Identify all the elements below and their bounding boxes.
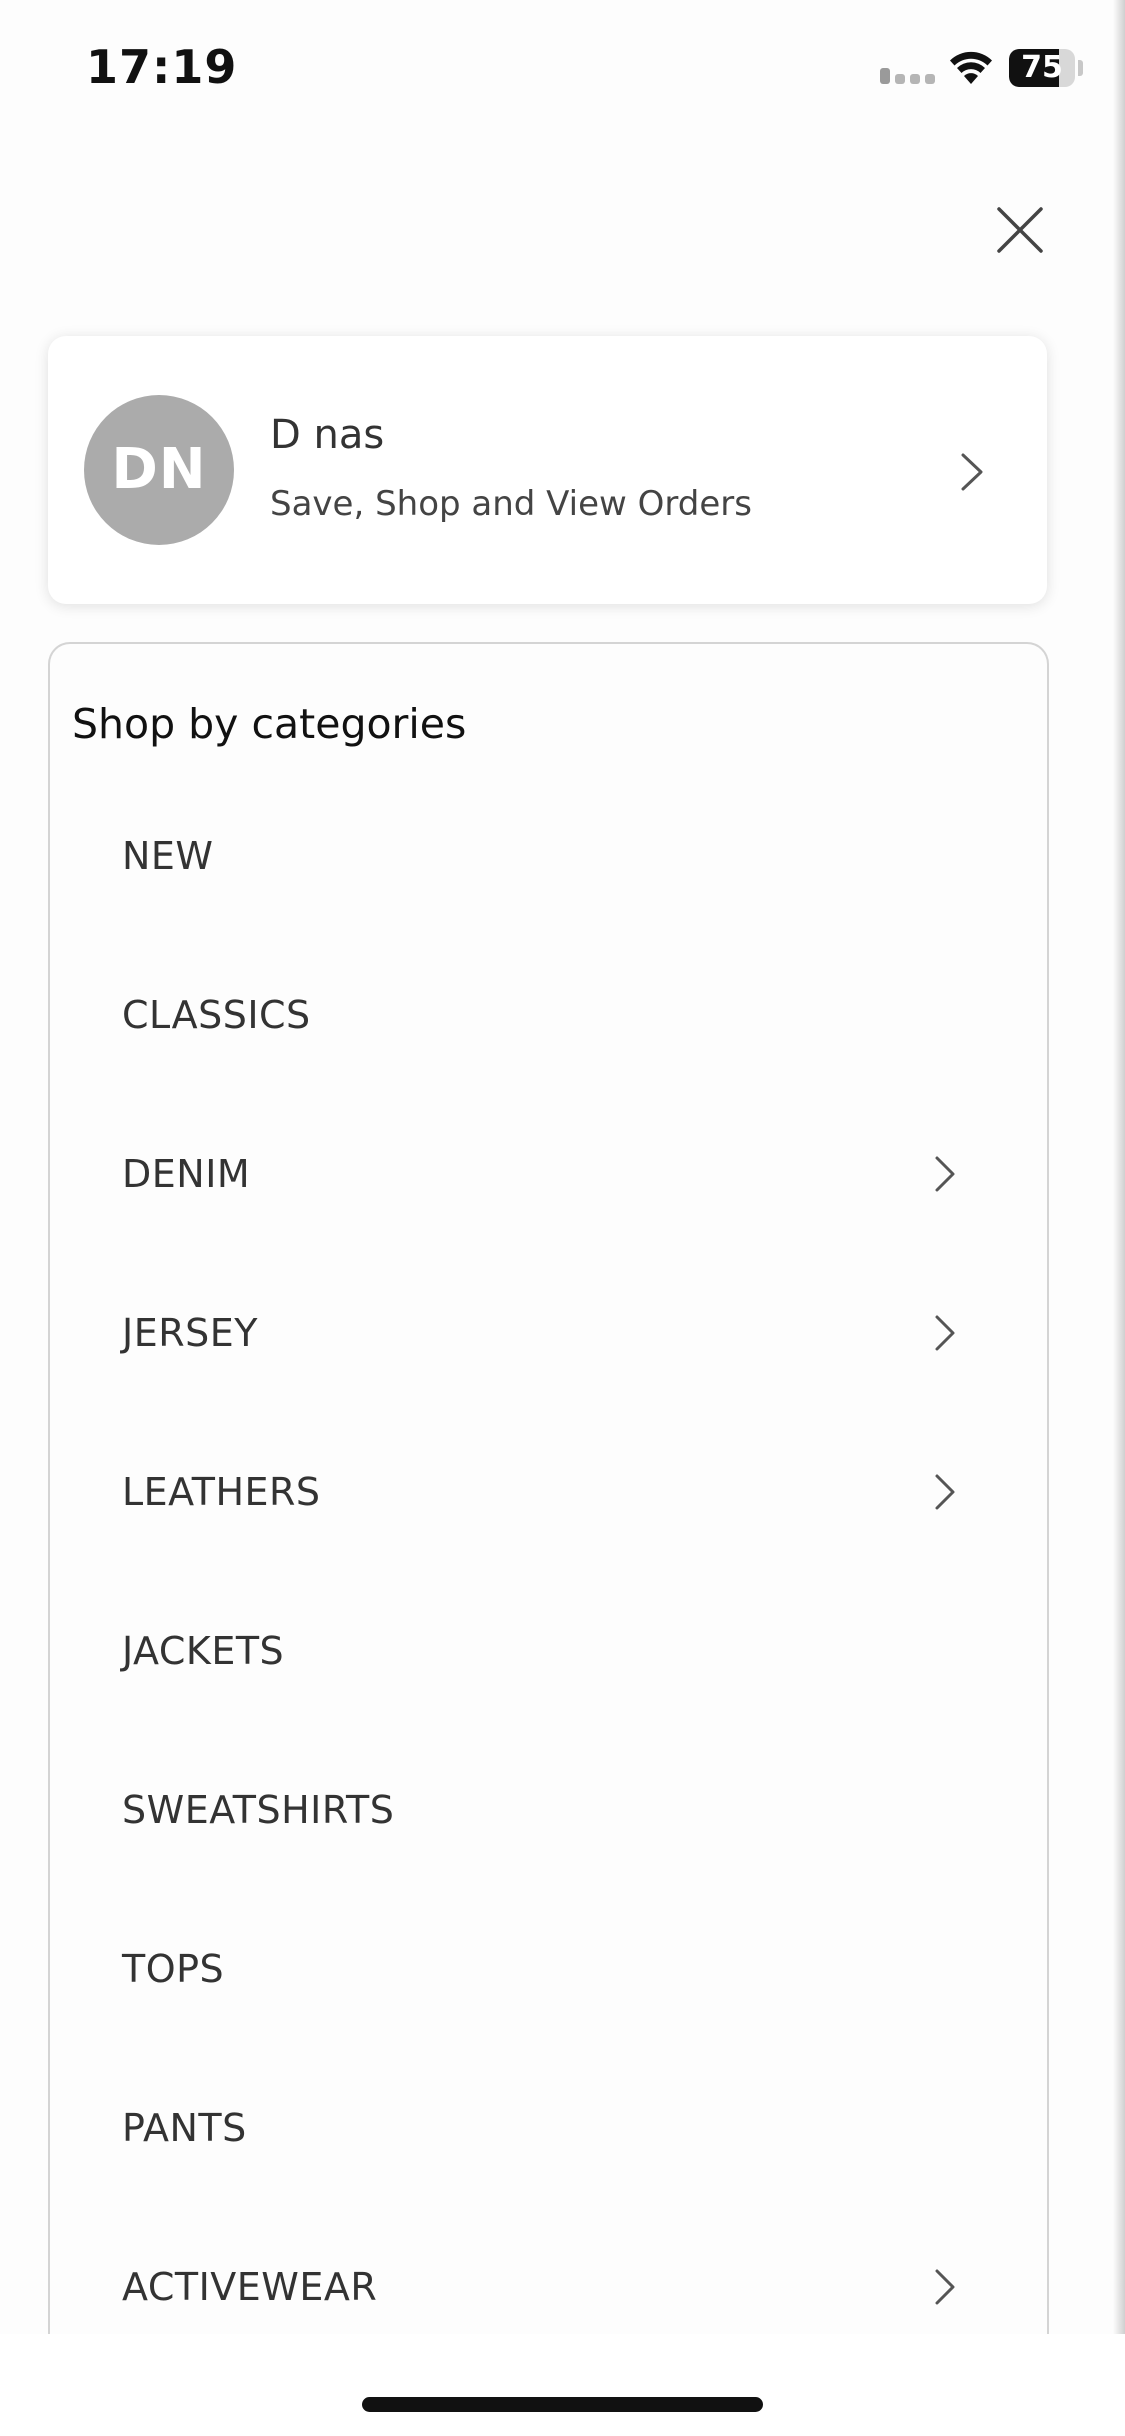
cellular-signal-icon — [880, 68, 935, 84]
category-item-pants[interactable]: PANTS — [50, 2049, 1047, 2208]
chevron-right-icon — [935, 1156, 955, 1192]
category-item-denim[interactable]: DENIM — [50, 1095, 1047, 1254]
chevron-right-icon — [935, 1315, 955, 1351]
wifi-icon — [950, 51, 992, 84]
category-label: DENIM — [122, 1152, 251, 1196]
chevron-right-icon — [961, 453, 983, 491]
category-label: TOPS — [122, 1947, 225, 1991]
chevron-right-icon — [935, 2269, 955, 2305]
battery-cap — [1078, 60, 1083, 76]
category-label: NEW — [122, 834, 214, 878]
close-button[interactable] — [988, 198, 1052, 262]
category-item-leathers[interactable]: LEATHERS — [50, 1413, 1047, 1572]
home-indicator[interactable] — [362, 2397, 763, 2412]
category-label: CLASSICS — [122, 993, 311, 1037]
category-label: LEATHERS — [122, 1470, 321, 1514]
profile-card[interactable]: DN D nas Save, Shop and View Orders — [48, 336, 1047, 604]
category-label: JACKETS — [122, 1629, 285, 1673]
category-item-jersey[interactable]: JERSEY — [50, 1254, 1047, 1413]
categories-heading: Shop by categories — [72, 700, 467, 748]
battery-level: 75 — [1021, 50, 1063, 85]
bottom-safe-area — [0, 2334, 1125, 2436]
category-item-jackets[interactable]: JACKETS — [50, 1572, 1047, 1731]
close-icon — [997, 207, 1043, 253]
drawer-edge-shadow — [1113, 0, 1125, 2436]
chevron-right-icon — [935, 1474, 955, 1510]
avatar: DN — [84, 395, 234, 545]
category-label: SWEATSHIRTS — [122, 1788, 395, 1832]
profile-subtitle: Save, Shop and View Orders — [270, 484, 752, 524]
category-item-new[interactable]: NEW — [50, 777, 1047, 936]
menu-drawer: 17:19 75 DN D nas Save, Shop and View Or… — [0, 0, 1125, 2436]
status-bar: 17:19 75 — [0, 0, 1125, 135]
battery-icon: 75 — [1009, 49, 1075, 87]
status-time: 17:19 — [86, 40, 238, 94]
profile-name: D nas — [270, 412, 385, 458]
categories-panel: Shop by categories NEW CLASSICS DENIM JERSE… — [48, 642, 1049, 2436]
category-label: PANTS — [122, 2106, 247, 2150]
category-item-sweatshirts[interactable]: SWEATSHIRTS — [50, 1731, 1047, 1890]
category-item-classics[interactable]: CLASSICS — [50, 936, 1047, 1095]
category-item-tops[interactable]: TOPS — [50, 1890, 1047, 2049]
category-label: JERSEY — [122, 1311, 258, 1355]
